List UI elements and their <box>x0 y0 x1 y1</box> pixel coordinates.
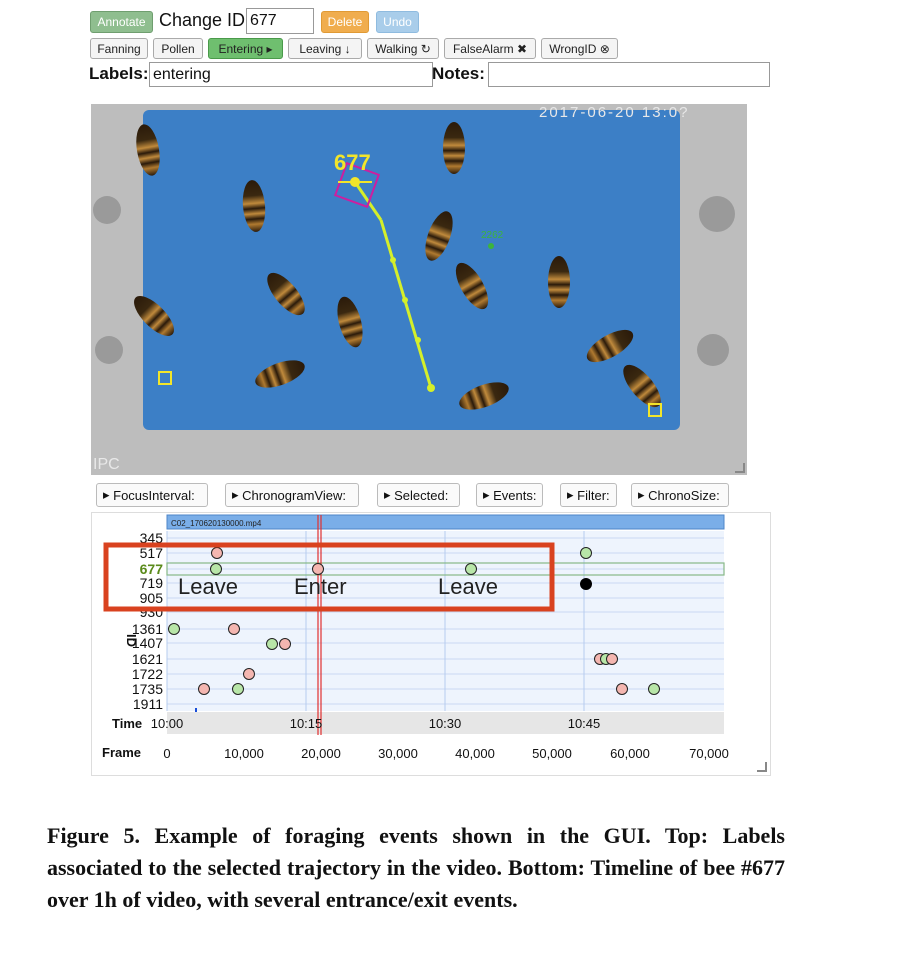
time-tick-label: 10:00 <box>151 716 184 731</box>
label-fanning-button[interactable]: Fanning <box>90 38 148 59</box>
filter-label: Filter: <box>577 487 610 503</box>
time-tick-label: 10:30 <box>429 716 462 731</box>
label-pollen-button[interactable]: Pollen <box>153 38 203 59</box>
event-marker[interactable] <box>580 547 592 559</box>
expand-icon: ▸ <box>232 487 243 502</box>
screw-right-top <box>699 196 735 232</box>
video-watermark: IPC <box>93 456 120 473</box>
id-label-719[interactable]: 719 <box>140 575 164 591</box>
id-label-1722[interactable]: 1722 <box>132 666 163 682</box>
selected-button[interactable]: ▸ Selected: <box>377 483 460 507</box>
focus-interval-label: FocusInterval: <box>113 487 195 503</box>
frame-tick-label: 30,000 <box>378 746 418 761</box>
label-walking-button[interactable]: Walking ↻ <box>367 38 439 59</box>
notes-caption: Notes: <box>432 64 485 83</box>
id-label-1911[interactable]: 1911 <box>133 696 163 712</box>
frame-tick-label: 0 <box>163 746 170 761</box>
label-leaving-button[interactable]: Leaving ↓ <box>288 38 362 59</box>
frame-tick-label: 10,000 <box>224 746 264 761</box>
undo-button[interactable]: Undo <box>376 11 419 33</box>
filter-button[interactable]: ▸ Filter: <box>560 483 617 507</box>
id-axis-label: ID <box>124 634 139 647</box>
event-marker[interactable] <box>465 563 477 575</box>
event-marker[interactable] <box>228 623 240 635</box>
event-marker[interactable] <box>168 623 180 635</box>
video-timestamp: 2017-06-20 13:0? <box>539 104 690 121</box>
expand-icon: ▸ <box>483 487 494 502</box>
video-frame[interactable]: 677 2262 2017-06-20 13:0? IPC <box>91 104 747 475</box>
change-id-label: Change ID <box>159 10 246 30</box>
event-marker[interactable] <box>211 547 223 559</box>
time-tick-label: 10:45 <box>568 716 601 731</box>
selected-bee-id-label: 677 <box>334 150 371 175</box>
chronogram-panel[interactable]: C02_170620130000.mp4 345 517 677 719 905 930 1… <box>91 512 771 776</box>
event-label-leave-1: Leave <box>178 574 238 599</box>
id-labels: 3455176777199059301361140716211722173519… <box>132 530 163 712</box>
chronosize-label: ChronoSize: <box>648 487 720 503</box>
expand-icon: ▸ <box>103 487 114 502</box>
screw-right-bottom <box>697 334 729 366</box>
events-label: Events: <box>493 487 537 503</box>
frame-tick-label: 40,000 <box>455 746 495 761</box>
event-marker[interactable] <box>580 578 592 590</box>
other-bee-id-label: 2262 <box>481 230 504 241</box>
annotate-button[interactable]: Annotate <box>90 11 153 33</box>
id-label-1621[interactable]: 1621 <box>132 651 163 667</box>
frame-tick-label: 20,000 <box>301 746 341 761</box>
time-tick-label: 10:15 <box>290 716 323 731</box>
expand-icon: ▸ <box>384 487 395 502</box>
notes-input[interactable] <box>488 62 770 87</box>
frame-axis-label: Frame <box>102 745 141 760</box>
event-marker[interactable] <box>198 683 210 695</box>
event-marker[interactable] <box>279 638 291 650</box>
event-marker[interactable] <box>266 638 278 650</box>
expand-icon: ▸ <box>567 487 578 502</box>
frame-tick-label: 60,000 <box>610 746 650 761</box>
resize-handle-icon[interactable] <box>757 762 767 772</box>
figure-caption: Figure 5. Example of foraging events sho… <box>47 823 785 912</box>
frame-tick-label: 70,000 <box>689 746 729 761</box>
labels-input[interactable]: entering <box>149 62 433 87</box>
id-label-930[interactable]: 930 <box>140 604 164 620</box>
chronogram-view-label: ChronogramView: <box>242 487 346 503</box>
id-label-1735[interactable]: 1735 <box>132 681 163 697</box>
screw-left-top <box>93 196 121 224</box>
event-label-leave-2: Leave <box>438 574 498 599</box>
label-falsealarm-button[interactable]: FalseAlarm ✖ <box>444 38 536 59</box>
selected-label: Selected: <box>394 487 449 503</box>
trajectory-overlay <box>158 161 662 417</box>
frame-tick-label: 50,000 <box>532 746 572 761</box>
event-label-enter: Enter <box>294 574 347 599</box>
event-marker[interactable] <box>232 683 244 695</box>
labels-caption: Labels: <box>89 64 149 83</box>
delete-button[interactable]: Delete <box>321 11 369 33</box>
event-marker[interactable] <box>243 668 255 680</box>
focus-interval-button[interactable]: ▸ FocusInterval: <box>96 483 208 507</box>
id-input[interactable]: 677 <box>246 8 314 34</box>
video-file-label: C02_170620130000.mp4 <box>171 519 262 528</box>
event-marker[interactable] <box>648 683 660 695</box>
arena: 677 2262 <box>127 110 680 430</box>
event-marker[interactable] <box>210 563 222 575</box>
resize-handle-icon[interactable] <box>735 463 745 473</box>
chronogram-view-button[interactable]: ▸ ChronogramView: <box>225 483 359 507</box>
label-wrongid-button[interactable]: WrongID ⊗ <box>541 38 618 59</box>
event-marker[interactable] <box>312 563 324 575</box>
event-marker[interactable] <box>616 683 628 695</box>
label-entering-button[interactable]: Entering ▸ <box>208 38 283 59</box>
screw-left-bottom <box>95 336 123 364</box>
chronosize-button[interactable]: ▸ ChronoSize: <box>631 483 729 507</box>
events-button[interactable]: ▸ Events: <box>476 483 543 507</box>
expand-icon: ▸ <box>638 487 649 502</box>
event-marker[interactable] <box>606 653 618 665</box>
time-axis-label: Time <box>112 716 142 731</box>
chronogram-plot[interactable]: C02_170620130000.mp4 3455176777199059301… <box>92 513 770 775</box>
